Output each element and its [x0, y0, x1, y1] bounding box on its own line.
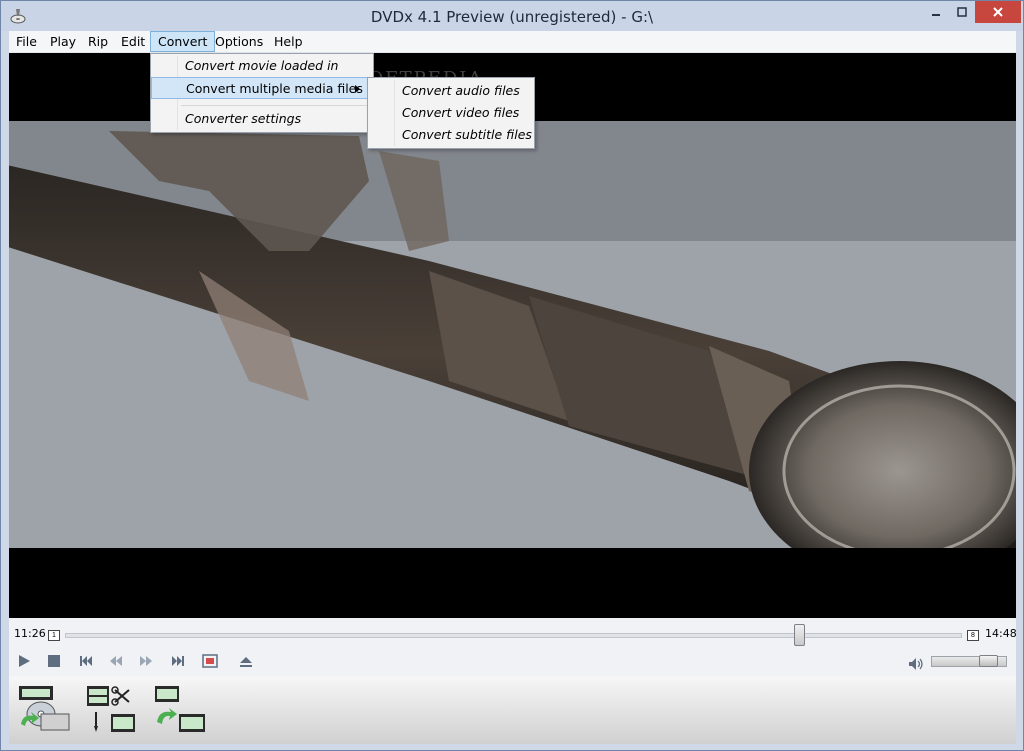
total-time: 14:48 [985, 627, 1017, 640]
convert-video-item[interactable]: Convert video files [368, 102, 532, 124]
menu-rip[interactable]: Rip [81, 31, 115, 52]
menu-options[interactable]: Options [208, 31, 270, 52]
menu-help[interactable]: Help [267, 31, 310, 52]
stop-icon[interactable] [46, 653, 62, 669]
play-icon[interactable] [16, 653, 32, 669]
menu-separator [181, 105, 369, 106]
menu-convert[interactable]: Convert [150, 31, 216, 52]
player-controls: 11:26 1 8 14:48 [9, 618, 1017, 676]
convert-multiple-label: Convert multiple media files [186, 81, 363, 96]
skip-forward-icon[interactable] [170, 653, 186, 669]
close-button[interactable] [975, 1, 1021, 23]
video-frame [9, 121, 1016, 548]
title-bar[interactable]: DVDx 4.1 Preview (unregistered) - G:\ [1, 1, 1023, 31]
menu-play[interactable]: Play [43, 31, 83, 52]
convert-dropdown: Convert movie loaded in player Convert m… [150, 53, 374, 133]
seek-track[interactable] [65, 633, 962, 638]
current-time: 11:26 [14, 627, 46, 640]
end-marker[interactable]: 8 [967, 630, 979, 641]
rip-disc-icon[interactable] [17, 684, 73, 736]
edit-video-icon[interactable] [85, 684, 137, 736]
video-frame-image [9, 121, 1016, 548]
menu-bar: File Play Rip Edit Convert Options Help [9, 31, 1016, 53]
volume-thumb[interactable] [979, 655, 999, 667]
menu-file[interactable]: File [9, 31, 44, 52]
convert-subtitle-item[interactable]: Convert subtitle files [368, 124, 532, 146]
seek-thumb[interactable] [793, 624, 805, 646]
eject-icon[interactable] [238, 653, 254, 669]
convert-audio-item[interactable]: Convert audio files [368, 80, 532, 102]
menu-edit[interactable]: Edit [114, 31, 152, 52]
convert-multiple-item[interactable]: Convert multiple media files [151, 77, 371, 99]
app-window: DVDx 4.1 Preview (unregistered) - G:\ Fi… [0, 0, 1024, 751]
converter-settings-item[interactable]: Converter settings [151, 108, 371, 130]
window-title: DVDx 4.1 Preview (unregistered) - G:\ [370, 8, 654, 26]
maximize-button[interactable] [949, 1, 975, 23]
fullscreen-icon[interactable] [202, 653, 218, 669]
minimize-button[interactable] [923, 1, 949, 23]
rewind-icon[interactable] [108, 653, 124, 669]
convert-submenu: Convert audio files Convert video files … [367, 77, 535, 149]
main-toolbar [9, 676, 1016, 744]
skip-back-icon[interactable] [78, 653, 94, 669]
start-marker[interactable]: 1 [48, 630, 60, 641]
close-icon [993, 7, 1003, 17]
maximize-icon [957, 7, 967, 17]
speaker-icon[interactable] [907, 656, 925, 672]
fast-forward-icon[interactable] [138, 653, 154, 669]
convert-movie-item[interactable]: Convert movie loaded in player [151, 55, 371, 95]
submenu-arrow-icon [355, 85, 360, 93]
convert-video-icon[interactable] [153, 684, 207, 736]
minimize-icon [932, 14, 940, 16]
